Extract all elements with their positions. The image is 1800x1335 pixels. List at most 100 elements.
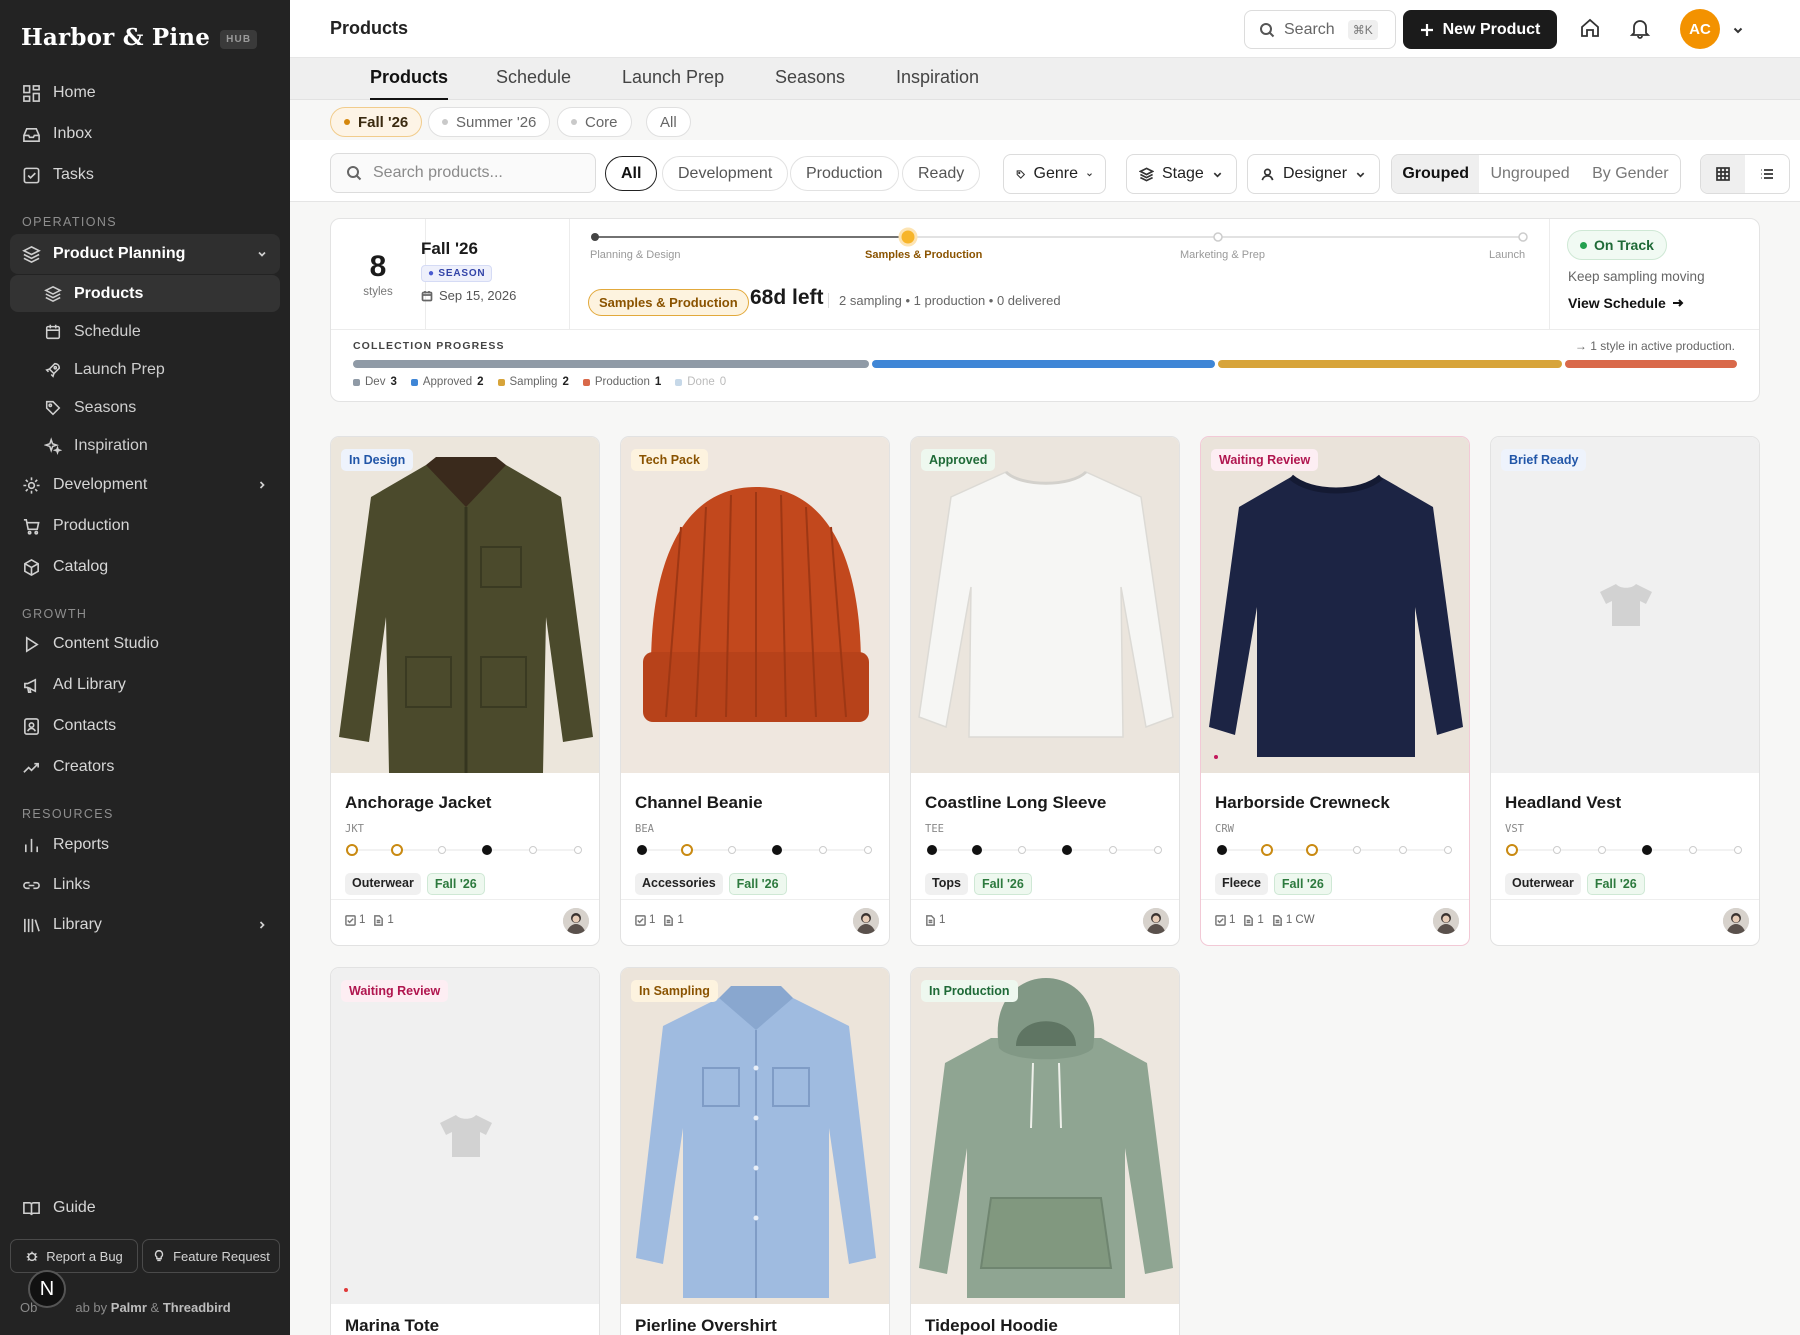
nav-product-planning[interactable]: Product Planning (10, 234, 280, 274)
product-card-pierline-overshirt[interactable]: In Sampling Pierline Overshirt (620, 967, 890, 1335)
product-card-anchorage-jacket[interactable]: In Design Anchorage Jacket JKT Outerwear… (330, 436, 600, 946)
tab-schedule[interactable]: Schedule (496, 67, 571, 98)
nav-inbox[interactable]: Inbox (10, 115, 280, 153)
genre-dropdown[interactable]: Genre (1003, 154, 1106, 194)
tab-seasons[interactable]: Seasons (775, 67, 845, 98)
notifications-button[interactable] (1629, 17, 1653, 41)
nav-guide-label: Guide (53, 1199, 96, 1216)
category-tag: Outerwear (345, 873, 421, 895)
topbar: Products Search ⌘K New Product AC (290, 0, 1800, 58)
sub-item-products[interactable]: Products (10, 275, 280, 312)
owner-avatar[interactable] (853, 908, 879, 934)
nav-reports[interactable]: Reports (10, 826, 280, 864)
product-card-harborside-crewneck[interactable]: Waiting Review Harborside Crewneck CRW F… (1200, 436, 1470, 946)
owner-avatar[interactable] (1723, 908, 1749, 934)
grouping-by-gender[interactable]: By Gender (1581, 155, 1680, 193)
list-view-button[interactable] (1745, 155, 1789, 193)
search-icon (1260, 22, 1275, 37)
product-card-channel-beanie[interactable]: Tech Pack Channel Beanie BEA Accessories… (620, 436, 890, 946)
nav-content-studio[interactable]: Content Studio (10, 625, 280, 663)
nav-development[interactable]: Development (10, 466, 280, 504)
report-bug-button[interactable]: Report a Bug (10, 1239, 138, 1273)
tab-products[interactable]: Products (370, 67, 449, 100)
owner-avatar[interactable] (1433, 908, 1459, 934)
product-tags: Fleece Fall '26 (1215, 873, 1332, 895)
tab-inspiration[interactable]: Inspiration (896, 67, 979, 98)
sub-item-seasons[interactable]: Seasons (10, 389, 280, 426)
product-card-tidepool-hoodie[interactable]: In Production Tidepool Hoodie (910, 967, 1180, 1335)
nav-contacts[interactable]: Contacts (10, 707, 280, 745)
credit-threadbird[interactable]: Threadbird (163, 1300, 231, 1315)
status-badge: Waiting Review (1211, 449, 1319, 471)
crewneck-illustration (1209, 474, 1463, 757)
stage-pill-production[interactable]: Production (790, 156, 899, 191)
progress-segment-production (1565, 360, 1737, 368)
stage-dropdown[interactable]: Stage (1126, 154, 1237, 194)
nav-creators[interactable]: Creators (10, 748, 280, 786)
nav-production[interactable]: Production (10, 507, 280, 545)
card-stats: 1 1 1 CW (1215, 914, 1315, 926)
season-chip-label: Summer '26 (456, 113, 537, 131)
product-card-coastline-long-sleeve[interactable]: Approved Coastline Long Sleeve TEE Tops … (910, 436, 1180, 946)
nav-guide[interactable]: Guide (10, 1189, 280, 1227)
plus-icon (1420, 23, 1433, 36)
owner-avatar[interactable] (563, 908, 589, 934)
n-floating-avatar[interactable]: N (28, 1270, 66, 1308)
user-avatar[interactable]: AC (1680, 9, 1720, 49)
season-chip-summer26[interactable]: Summer '26 (428, 107, 551, 137)
product-card-headland-vest[interactable]: Brief Ready Headland Vest VST Outerwear … (1490, 436, 1760, 946)
nav-links[interactable]: Links (10, 866, 280, 904)
sub-item-label: Products (74, 284, 144, 302)
overshirt-illustration (636, 986, 876, 1298)
grouping-grouped[interactable]: Grouped (1392, 155, 1480, 193)
chevron-down-icon[interactable] (1732, 24, 1744, 36)
tab-launch-prep[interactable]: Launch Prep (622, 67, 724, 98)
view-schedule-link[interactable]: View Schedule (1568, 295, 1684, 311)
product-card-marina-tote[interactable]: Waiting Review Marina Tote (330, 967, 600, 1335)
nav-ad-library[interactable]: Ad Library (10, 666, 280, 704)
stage-pill-ready[interactable]: Ready (902, 156, 981, 191)
home-button[interactable] (1579, 17, 1603, 41)
nav-library[interactable]: Library (10, 906, 280, 944)
designer-dropdown[interactable]: Designer (1247, 154, 1380, 194)
sub-item-launch-prep[interactable]: Launch Prep (10, 351, 280, 388)
season-dot (344, 119, 350, 125)
owner-avatar[interactable] (1143, 908, 1169, 934)
brand[interactable]: Harbor & Pine HUB (21, 24, 258, 51)
nav-tasks[interactable]: Tasks (10, 156, 280, 194)
season-chip-all[interactable]: All (646, 107, 691, 137)
nav-inbox-label: Inbox (53, 125, 93, 142)
product-search-input[interactable]: Search products... (330, 153, 596, 193)
global-search-button[interactable]: Search ⌘K (1244, 10, 1396, 49)
current-stage-badge: Samples & Production (588, 289, 749, 316)
nav-home[interactable]: Home (10, 74, 280, 112)
status-badge: In Design (341, 449, 414, 471)
product-image (331, 437, 599, 773)
status-note: Keep sampling moving (1568, 269, 1705, 284)
new-product-label: New Product (1442, 20, 1541, 38)
stage-pill-development[interactable]: Development (662, 156, 789, 191)
grid-view-button[interactable] (1701, 155, 1745, 193)
lightbulb-icon (154, 1250, 164, 1262)
credit-palmr[interactable]: Palmr (111, 1300, 147, 1315)
season-chip-fall26[interactable]: Fall '26 (330, 107, 423, 137)
product-tags: Outerwear Fall '26 (345, 873, 485, 895)
chevron-down-icon (1356, 172, 1365, 178)
feature-request-button[interactable]: Feature Request (142, 1239, 280, 1273)
tag-icon (45, 400, 61, 415)
timeline-stage-launch: Launch (1489, 249, 1526, 261)
timeline-node-current (898, 227, 918, 247)
nav-catalog[interactable]: Catalog (10, 548, 280, 586)
view-toggle (1700, 154, 1790, 194)
progress-segment-approved (871, 360, 1216, 368)
sub-item-schedule[interactable]: Schedule (10, 313, 280, 350)
product-name: Coastline Long Sleeve (925, 793, 1107, 812)
stage-pill-all[interactable]: All (605, 156, 658, 191)
grouping-ungrouped[interactable]: Ungrouped (1479, 155, 1580, 193)
season-tag: Fall '26 (973, 873, 1032, 895)
new-product-button[interactable]: New Product (1403, 10, 1557, 49)
season-chip-core[interactable]: Core (557, 107, 632, 137)
season-badge-label: SEASON (438, 268, 486, 279)
product-name: Harborside Crewneck (1215, 793, 1390, 812)
sub-item-inspiration[interactable]: Inspiration (10, 427, 280, 464)
